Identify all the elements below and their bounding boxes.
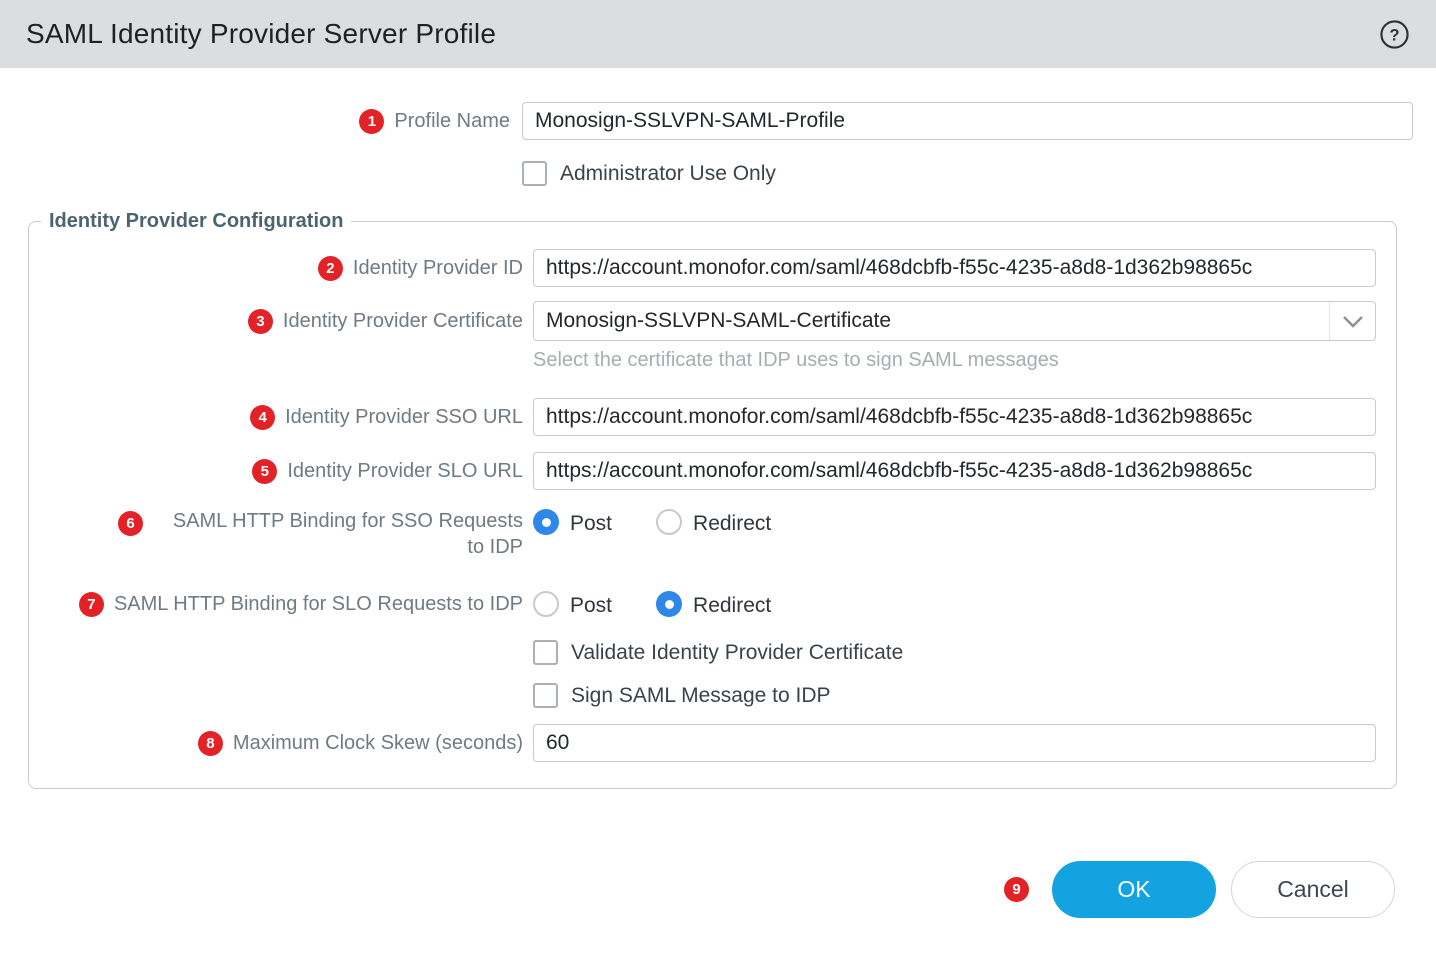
step-badge-5: 5 <box>252 459 277 484</box>
radio-selected-icon[interactable] <box>656 591 682 617</box>
identity-provider-configuration-section: Identity Provider Configuration 2 Identi… <box>28 210 1397 789</box>
cancel-button[interactable]: Cancel <box>1231 861 1395 918</box>
sso-binding-label: SAML HTTP Binding for SSO Requests to ID… <box>153 508 523 560</box>
step-badge-4: 4 <box>250 405 275 430</box>
idp-slo-url-row: 5 Identity Provider SLO URL <box>29 452 1376 490</box>
idp-sso-url-row: 4 Identity Provider SSO URL <box>29 398 1376 436</box>
slo-binding-post-label: Post <box>570 594 612 618</box>
sso-binding-redirect-option[interactable]: Redirect <box>656 508 771 536</box>
step-badge-9: 9 <box>1004 877 1029 902</box>
idp-certificate-selected-value: Monosign-SSLVPN-SAML-Certificate <box>534 309 1329 333</box>
step-badge-2: 2 <box>318 256 343 281</box>
sign-saml-message-row: Sign SAML Message to IDP <box>533 683 1376 708</box>
chevron-down-icon[interactable] <box>1329 302 1375 340</box>
max-clock-skew-label: Maximum Clock Skew (seconds) <box>233 730 523 756</box>
slo-binding-post-option[interactable]: Post <box>533 590 612 618</box>
sso-binding-radio-group: Post Redirect <box>533 508 1376 536</box>
slo-binding-redirect-label: Redirect <box>693 594 771 618</box>
idp-config-legend: Identity Provider Configuration <box>41 210 351 233</box>
step-badge-8: 8 <box>198 731 223 756</box>
slo-binding-radio-group: Post Redirect <box>533 590 1376 618</box>
validate-idp-certificate-row: Validate Identity Provider Certificate <box>533 640 1376 665</box>
idp-certificate-label: Identity Provider Certificate <box>283 308 523 334</box>
profile-name-label: Profile Name <box>394 108 510 134</box>
max-clock-skew-row: 8 Maximum Clock Skew (seconds) <box>29 724 1376 762</box>
idp-certificate-helper-text: Select the certificate that IDP uses to … <box>533 349 1376 372</box>
dialog-footer: 9 OK Cancel <box>0 861 1413 918</box>
help-icon[interactable]: ? <box>1379 19 1410 50</box>
ok-button[interactable]: OK <box>1052 861 1216 918</box>
dialog-title: SAML Identity Provider Server Profile <box>26 18 496 50</box>
slo-binding-redirect-option[interactable]: Redirect <box>656 590 771 618</box>
idp-id-input[interactable] <box>533 249 1376 287</box>
step-badge-6: 6 <box>118 511 143 536</box>
step-badge-3: 3 <box>248 309 273 334</box>
sso-binding-post-label: Post <box>570 512 612 536</box>
idp-sso-url-input[interactable] <box>533 398 1376 436</box>
dialog-body: 1 Profile Name Administrator Use Only Id… <box>0 68 1436 918</box>
sso-binding-redirect-label: Redirect <box>693 512 771 536</box>
slo-binding-row: 7 SAML HTTP Binding for SLO Requests to … <box>29 590 1376 618</box>
validate-idp-certificate-label: Validate Identity Provider Certificate <box>571 641 903 665</box>
idp-sso-url-label: Identity Provider SSO URL <box>285 404 523 430</box>
slo-binding-label: SAML HTTP Binding for SLO Requests to ID… <box>114 591 523 617</box>
max-clock-skew-input[interactable] <box>533 724 1376 762</box>
admin-use-only-checkbox[interactable] <box>522 161 547 186</box>
step-badge-7: 7 <box>79 592 104 617</box>
profile-name-input[interactable] <box>522 102 1413 140</box>
sso-binding-post-option[interactable]: Post <box>533 508 612 536</box>
dialog-header: SAML Identity Provider Server Profile ? <box>0 0 1436 68</box>
idp-slo-url-label: Identity Provider SLO URL <box>287 458 523 484</box>
validate-idp-certificate-checkbox[interactable] <box>533 640 558 665</box>
admin-use-only-label: Administrator Use Only <box>560 162 776 186</box>
idp-certificate-select[interactable]: Monosign-SSLVPN-SAML-Certificate <box>533 301 1376 341</box>
sso-binding-row: 6 SAML HTTP Binding for SSO Requests to … <box>29 508 1376 560</box>
radio-unselected-icon[interactable] <box>656 509 682 535</box>
idp-id-row: 2 Identity Provider ID <box>29 249 1376 287</box>
admin-use-only-row: Administrator Use Only <box>0 161 1413 186</box>
sign-saml-message-label: Sign SAML Message to IDP <box>571 684 831 708</box>
idp-certificate-row: 3 Identity Provider Certificate Monosign… <box>29 301 1376 341</box>
radio-selected-icon[interactable] <box>533 509 559 535</box>
step-badge-1: 1 <box>359 109 384 134</box>
profile-name-row: 1 Profile Name <box>0 102 1413 140</box>
sign-saml-message-checkbox[interactable] <box>533 683 558 708</box>
idp-slo-url-input[interactable] <box>533 452 1376 490</box>
svg-text:?: ? <box>1389 26 1399 44</box>
idp-id-label: Identity Provider ID <box>353 255 523 281</box>
radio-unselected-icon[interactable] <box>533 591 559 617</box>
